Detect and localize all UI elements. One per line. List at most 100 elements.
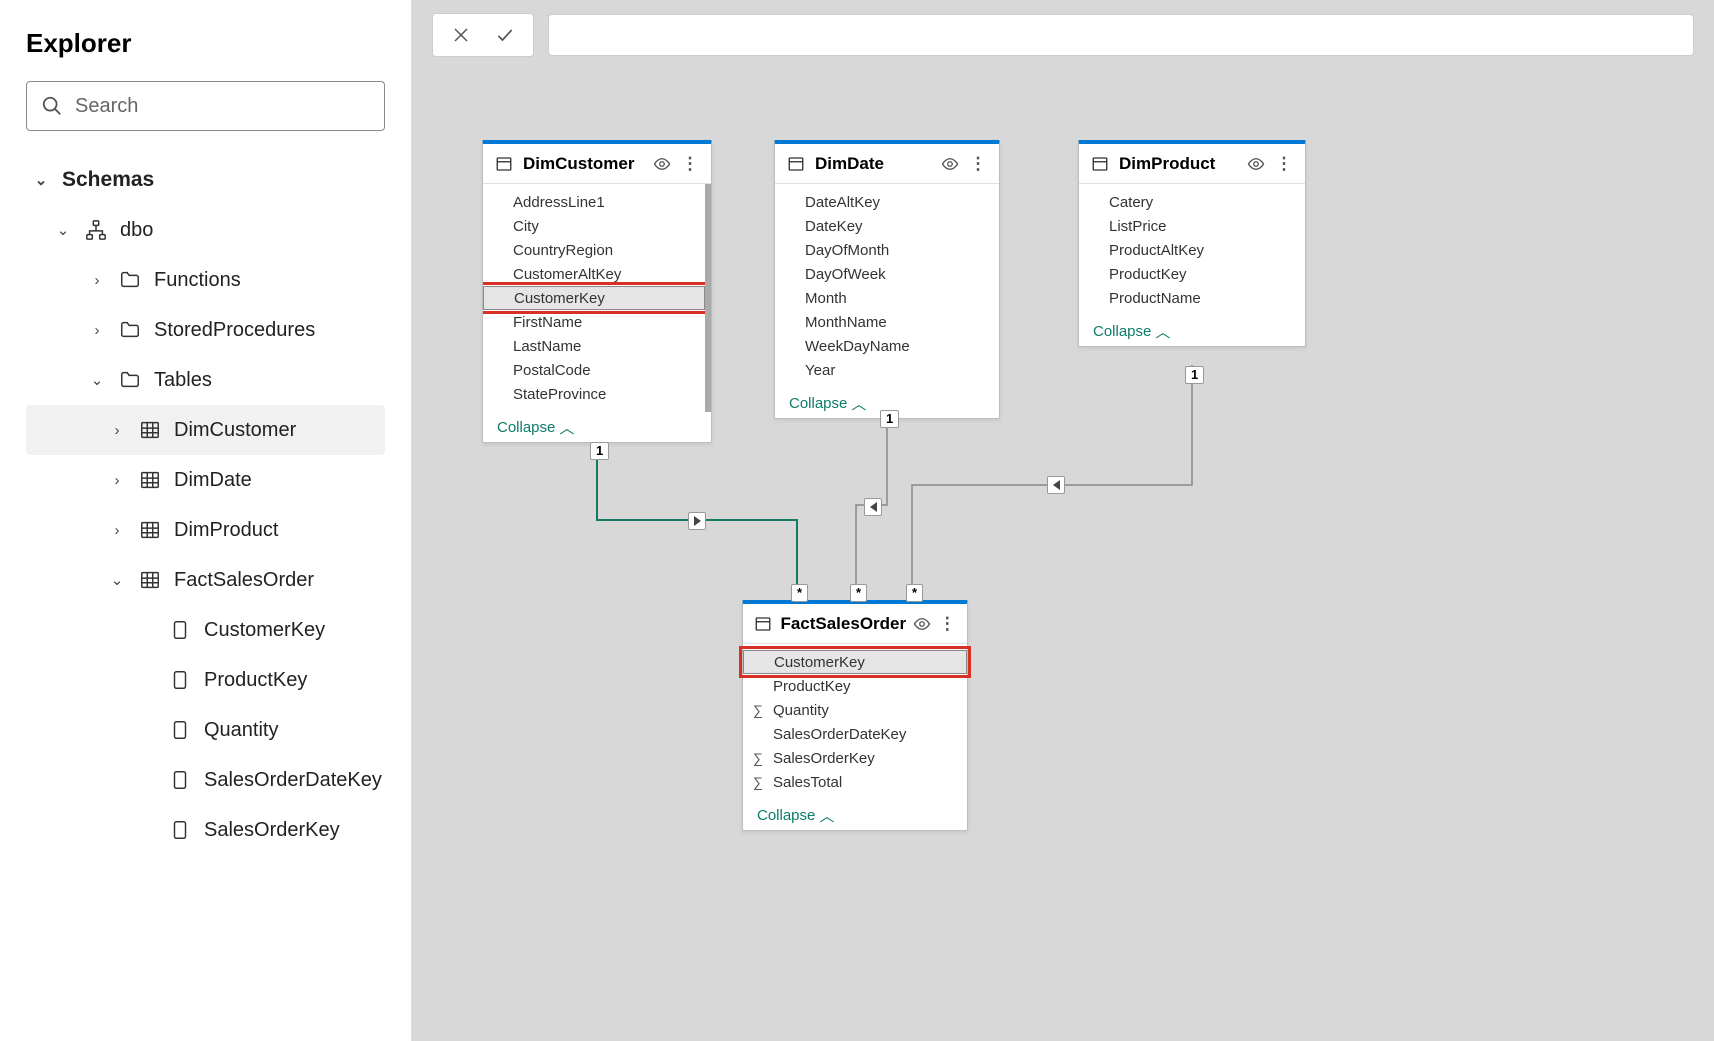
field-row[interactable]: DateAltKey xyxy=(775,190,999,214)
tree-dimcustomer[interactable]: › DimCustomer xyxy=(26,405,385,455)
field-row[interactable]: ProductName xyxy=(1079,286,1305,310)
table-icon xyxy=(138,468,162,492)
field-row[interactable]: FirstName xyxy=(483,310,705,334)
field-row[interactable]: PostalCode xyxy=(483,358,705,382)
field-row[interactable]: City xyxy=(483,214,705,238)
explorer-sidebar: Explorer ⌄ Schemas ⌄ dbo › Functions › xyxy=(0,0,412,1041)
chevron-up-icon: ︿ xyxy=(559,417,574,438)
table-name: DimCustomer xyxy=(523,154,634,174)
collapse-label: Collapse xyxy=(789,395,847,412)
field-row[interactable]: Month xyxy=(775,286,999,310)
search-input[interactable] xyxy=(75,95,370,118)
column-icon xyxy=(168,718,192,742)
column-icon xyxy=(168,768,192,792)
collapse-link[interactable]: Collapse ︿ xyxy=(743,800,967,830)
tree-label: ProductKey xyxy=(204,669,307,692)
formula-input[interactable] xyxy=(548,14,1694,56)
more-icon[interactable]: ⋮ xyxy=(967,153,989,175)
search-box[interactable] xyxy=(26,81,385,131)
cancel-button[interactable] xyxy=(439,14,483,56)
field-name: ProductKey xyxy=(1109,266,1187,283)
direction-arrow-icon xyxy=(688,512,706,530)
field-row[interactable]: DayOfMonth xyxy=(775,238,999,262)
collapse-link[interactable]: Collapse ︿ xyxy=(483,412,711,442)
collapse-label: Collapse xyxy=(1093,323,1151,340)
tree-label: Tables xyxy=(154,369,212,392)
sidebar-title: Explorer xyxy=(26,28,385,59)
more-icon[interactable]: ⋮ xyxy=(679,153,701,175)
check-icon xyxy=(495,25,515,45)
tree-tables[interactable]: ⌄ Tables xyxy=(26,355,385,405)
more-icon[interactable]: ⋮ xyxy=(1273,153,1295,175)
visibility-icon[interactable] xyxy=(912,613,931,635)
chevron-down-icon: ⌄ xyxy=(32,171,50,189)
tree-dimdate[interactable]: › DimDate xyxy=(26,455,385,505)
field-row[interactable]: CountryRegion xyxy=(483,238,705,262)
field-row[interactable]: DateKey xyxy=(775,214,999,238)
visibility-icon[interactable] xyxy=(939,153,961,175)
field-row[interactable]: StateProvince xyxy=(483,382,705,406)
field-row[interactable]: AddressLine1 xyxy=(483,190,705,214)
tree-dimproduct[interactable]: › DimProduct xyxy=(26,505,385,555)
visibility-icon[interactable] xyxy=(1245,153,1267,175)
field-row[interactable]: ProductKey xyxy=(1079,262,1305,286)
field-row[interactable]: ProductKey xyxy=(743,674,967,698)
direction-arrow-icon xyxy=(1047,476,1065,494)
cardinality-many: * xyxy=(906,584,923,602)
more-icon[interactable]: ⋮ xyxy=(938,613,957,635)
table-card-dimdate[interactable]: DimDate ⋮ DateAltKey DateKey DayOfMonth … xyxy=(774,140,1000,419)
tree-functions[interactable]: › Functions xyxy=(26,255,385,305)
tree-schemas[interactable]: ⌄ Schemas xyxy=(26,155,385,205)
column-icon xyxy=(168,818,192,842)
field-row[interactable]: WeekDayName xyxy=(775,334,999,358)
tree-col-customerkey[interactable]: CustomerKey xyxy=(26,605,385,655)
field-row[interactable]: DayOfWeek xyxy=(775,262,999,286)
field-row[interactable]: Catery xyxy=(1079,190,1305,214)
chevron-down-icon: ⌄ xyxy=(54,221,72,239)
field-name: FirstName xyxy=(513,314,582,331)
table-name: FactSalesOrder xyxy=(780,614,906,634)
cardinality-one: 1 xyxy=(590,442,609,460)
field-row[interactable]: CustomerAltKey xyxy=(483,262,705,286)
confirm-button[interactable] xyxy=(483,14,527,56)
tree-label: SalesOrderDateKey xyxy=(204,769,382,792)
visibility-icon[interactable] xyxy=(651,153,673,175)
field-name: Month xyxy=(805,290,847,307)
field-row[interactable]: ∑Quantity xyxy=(743,698,967,722)
tree-col-quantity[interactable]: Quantity xyxy=(26,705,385,755)
collapse-link[interactable]: Collapse ︿ xyxy=(1079,316,1305,346)
table-card-dimproduct[interactable]: DimProduct ⋮ Catery ListPrice ProductAlt… xyxy=(1078,140,1306,347)
field-row-customerkey[interactable]: CustomerKey xyxy=(743,650,967,674)
table-icon xyxy=(138,418,162,442)
field-row[interactable]: ProductAltKey xyxy=(1079,238,1305,262)
field-name: SalesTotal xyxy=(773,774,842,791)
field-row[interactable]: ListPrice xyxy=(1079,214,1305,238)
field-row[interactable]: LastName xyxy=(483,334,705,358)
field-row[interactable]: MonthName xyxy=(775,310,999,334)
chevron-down-icon: ⌄ xyxy=(108,571,126,589)
table-card-dimcustomer[interactable]: DimCustomer ⋮ AddressLine1 City CountryR… xyxy=(482,140,712,443)
field-row-customerkey[interactable]: CustomerKey xyxy=(483,286,705,310)
field-name: Quantity xyxy=(773,702,829,719)
tree-col-salesorderdatekey[interactable]: SalesOrderDateKey xyxy=(26,755,385,805)
field-name: ProductKey xyxy=(773,678,851,695)
field-row[interactable]: ∑SalesOrderKey xyxy=(743,746,967,770)
tree-label: Functions xyxy=(154,269,241,292)
table-fields: DateAltKey DateKey DayOfMonth DayOfWeek … xyxy=(775,184,999,388)
chevron-right-icon: › xyxy=(88,272,106,289)
diagram-surface[interactable]: DimCustomer ⋮ AddressLine1 City CountryR… xyxy=(412,70,1714,1041)
chevron-right-icon: › xyxy=(88,322,106,339)
field-row[interactable]: ∑SalesTotal xyxy=(743,770,967,794)
table-header: DimDate ⋮ xyxy=(775,144,999,184)
tree-factsalesorder[interactable]: ⌄ FactSalesOrder xyxy=(26,555,385,605)
tree-col-salesorderkey[interactable]: SalesOrderKey xyxy=(26,805,385,855)
tree-dbo[interactable]: ⌄ dbo xyxy=(26,205,385,255)
field-row[interactable]: SalesOrderDateKey xyxy=(743,722,967,746)
tree-stored-procedures[interactable]: › StoredProcedures xyxy=(26,305,385,355)
close-icon xyxy=(452,26,470,44)
chevron-down-icon: ⌄ xyxy=(88,371,106,389)
table-card-factsalesorder[interactable]: FactSalesOrder ⋮ CustomerKey ProductKey … xyxy=(742,600,968,831)
tree-col-productkey[interactable]: ProductKey xyxy=(26,655,385,705)
field-name: ListPrice xyxy=(1109,218,1167,235)
field-row[interactable]: Year xyxy=(775,358,999,382)
